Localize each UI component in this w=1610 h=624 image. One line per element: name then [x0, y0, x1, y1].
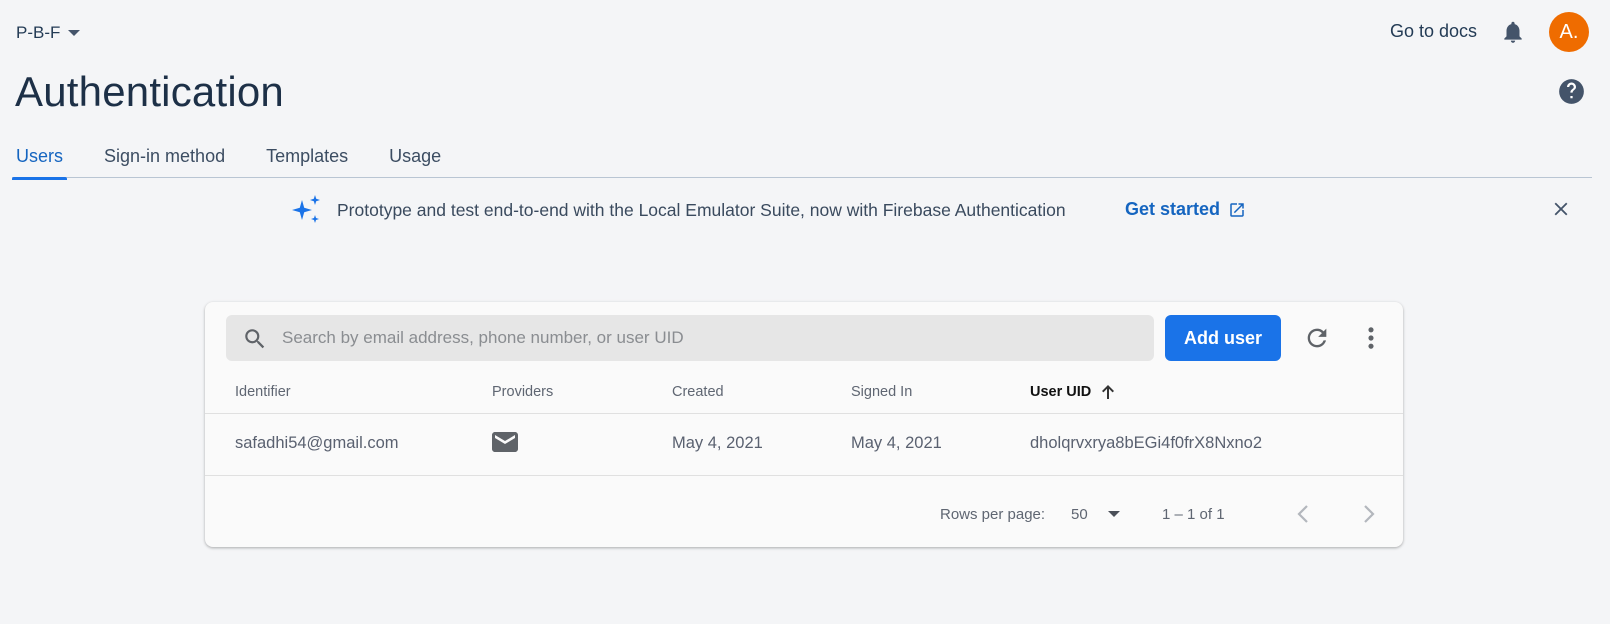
close-icon[interactable] [1550, 198, 1572, 220]
page: P-B-F Go to docs A. Authentication Users… [0, 0, 1610, 624]
search-icon [245, 329, 265, 349]
chevron-right-icon[interactable] [1361, 502, 1377, 526]
column-header-user-uid[interactable]: User UID [1030, 384, 1115, 400]
project-selector[interactable]: P-B-F [16, 22, 81, 44]
chevron-down-icon [68, 30, 81, 36]
go-to-docs-link[interactable]: Go to docs [1390, 21, 1477, 42]
page-title: Authentication [15, 68, 284, 115]
column-header-providers: Providers [492, 384, 554, 400]
search-input[interactable] [282, 315, 1142, 361]
tab-users[interactable]: Users [12, 136, 68, 180]
sort-ascending-icon [1102, 385, 1115, 399]
account-avatar[interactable]: A. [1549, 12, 1589, 52]
more-vert-icon[interactable] [1365, 324, 1377, 352]
tab-templates[interactable]: Templates [262, 136, 352, 178]
project-name: P-B-F [16, 23, 61, 42]
column-header-user-uid-label: User UID [1030, 384, 1092, 400]
search-box[interactable] [226, 315, 1154, 361]
sparkle-icon [292, 195, 320, 223]
cell-user-uid: dholqrvxrya8bEGi4f0frX8Nxno2 [1030, 434, 1263, 452]
emulator-banner-text: Prototype and test end-to-end with the L… [337, 200, 1066, 220]
open-in-new-icon [1230, 202, 1244, 217]
cell-identifier: safadhi54@gmail.com [235, 434, 399, 452]
notifications-bell-icon[interactable] [1500, 18, 1526, 46]
get-started-link[interactable]: Get started [1125, 199, 1246, 220]
tab-usage[interactable]: Usage [385, 136, 445, 178]
pagination-range: 1 – 1 of 1 [1162, 506, 1225, 523]
column-header-created[interactable]: Created [672, 384, 724, 400]
rows-per-page-select[interactable]: 50 [1071, 502, 1131, 526]
chevron-down-icon [1107, 511, 1120, 517]
get-started-label: Get started [1125, 199, 1221, 219]
rows-per-page-label: Rows per page: [940, 506, 1046, 523]
chevron-left-icon[interactable] [1295, 502, 1311, 526]
row-divider [205, 475, 1403, 476]
users-table-card: Add user Identifier Providers Created Si… [205, 302, 1403, 547]
avatar-initial: A. [1559, 20, 1579, 43]
help-icon[interactable] [1558, 78, 1585, 105]
tab-sign-in-method[interactable]: Sign-in method [100, 136, 229, 178]
email-icon [492, 432, 518, 452]
header-divider [205, 413, 1403, 414]
refresh-icon[interactable] [1303, 324, 1331, 352]
column-header-signed-in[interactable]: Signed In [851, 384, 912, 400]
column-header-identifier[interactable]: Identifier [235, 384, 291, 400]
tab-bar: Users Sign-in method Templates Usage [12, 136, 1592, 180]
add-user-button[interactable]: Add user [1165, 315, 1281, 361]
rows-per-page-value: 50 [1071, 505, 1088, 523]
cell-signed-in: May 4, 2021 [851, 434, 942, 452]
cell-created: May 4, 2021 [672, 434, 763, 452]
